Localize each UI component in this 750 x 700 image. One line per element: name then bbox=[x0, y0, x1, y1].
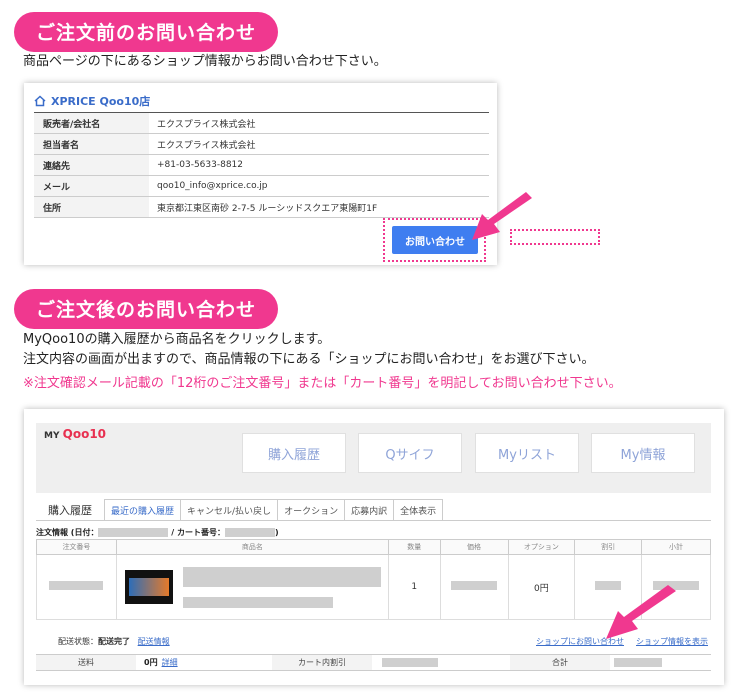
info-row-phone: 連絡先 +81-03-5633-8812 bbox=[34, 154, 489, 176]
shop-name: XPRICE Qoo10店 bbox=[51, 95, 151, 108]
shipping-label: 送料 bbox=[36, 655, 136, 670]
cart-number-mask bbox=[224, 528, 275, 537]
after-order-line2: 注文内容の画面が出ますので、商品情報の下にある「ショップにお問い合わせ」をお選び… bbox=[23, 352, 595, 367]
total-label: 合計 bbox=[510, 655, 610, 670]
tab-cancel[interactable]: キャンセル/払い戻し bbox=[180, 499, 279, 520]
pointer-arrow-icon bbox=[606, 585, 676, 639]
before-order-heading: ご注文前のお問い合わせ bbox=[14, 12, 279, 52]
contact-button[interactable]: お問い合わせ bbox=[392, 226, 478, 254]
nav-qwallet[interactable]: Qサイフ bbox=[358, 433, 462, 473]
myqoo10-screenshot: MY Qoo10 購入履歴 Qサイフ Myリスト My情報 購入履歴 最近の購入… bbox=[24, 409, 724, 685]
order-number-mask bbox=[49, 581, 104, 590]
date-mask bbox=[98, 528, 169, 537]
quantity-cell: 1 bbox=[387, 554, 441, 620]
after-order-note: ※注文確認メール記載の「12桁のご注文番号」または「カート番号」を明記してお問い… bbox=[23, 376, 622, 391]
cart-discount-label: カート内割引 bbox=[272, 655, 372, 670]
tab-entries[interactable]: 応募内訳 bbox=[344, 499, 395, 520]
delivery-info-link[interactable]: 配送情報 bbox=[138, 637, 170, 646]
after-order-line1: MyQoo10の購入履歴から商品名をクリックします。 bbox=[23, 332, 331, 347]
total-mask bbox=[614, 658, 662, 667]
history-tabs: 購入履歴 最近の購入履歴 キャンセル/払い戻し オークション 応募内訳 全体表示 bbox=[36, 499, 711, 521]
info-row-email: メール qoo10_info@xprice.co.jp bbox=[34, 175, 489, 197]
nav-purchase-history[interactable]: 購入履歴 bbox=[242, 433, 346, 473]
product-thumbnail[interactable] bbox=[124, 570, 173, 604]
order-info: 注文情報 (日付： / カート番号： ) bbox=[36, 528, 279, 537]
option-cell: 0円 bbox=[507, 554, 576, 620]
history-section-label: 購入履歴 bbox=[48, 503, 92, 517]
home-icon bbox=[34, 95, 46, 107]
tab-recent[interactable]: 最近の購入履歴 bbox=[104, 499, 182, 520]
shipping-detail-link[interactable]: 詳細 bbox=[162, 657, 178, 668]
nav-mylist[interactable]: Myリスト bbox=[475, 433, 579, 473]
product-option-mask bbox=[182, 596, 333, 608]
info-row-address: 住所 東京都江東区南砂 2-7-5 ルーシッドスクエア東陽町1F bbox=[34, 196, 489, 218]
nav-myinfo[interactable]: My情報 bbox=[591, 433, 695, 473]
product-name-mask[interactable] bbox=[182, 566, 381, 587]
info-row-seller: 販売者/会社名 エクスプライス株式会社 bbox=[34, 112, 489, 134]
after-order-heading: ご注文後のお問い合わせ bbox=[14, 289, 279, 329]
info-row-person: 担当者名 エクスプライス株式会社 bbox=[34, 133, 489, 155]
myqoo10-header: MY Qoo10 購入履歴 Qサイフ Myリスト My情報 bbox=[36, 423, 711, 493]
tab-auction[interactable]: オークション bbox=[277, 499, 346, 520]
cart-discount-mask bbox=[382, 658, 438, 667]
delivery-status: 配送完了 bbox=[98, 637, 130, 646]
myqoo10-logo[interactable]: MY Qoo10 bbox=[44, 427, 106, 441]
price-mask bbox=[451, 581, 498, 590]
shop-title[interactable]: XPRICE Qoo10店 bbox=[34, 93, 150, 109]
summary-row: 送料 0円 詳細 カート内割引 合計 bbox=[36, 654, 711, 671]
shop-info-table: 販売者/会社名 エクスプライス株式会社 担当者名 エクスプライス株式会社 連絡先 +8… bbox=[34, 112, 489, 218]
tab-all[interactable]: 全体表示 bbox=[393, 499, 444, 520]
shop-contact-highlight bbox=[510, 229, 600, 245]
shipping-value: 0円 bbox=[144, 658, 158, 667]
before-order-intro: 商品ページの下にあるショップ情報からお問い合わせ下さい。 bbox=[23, 54, 387, 69]
